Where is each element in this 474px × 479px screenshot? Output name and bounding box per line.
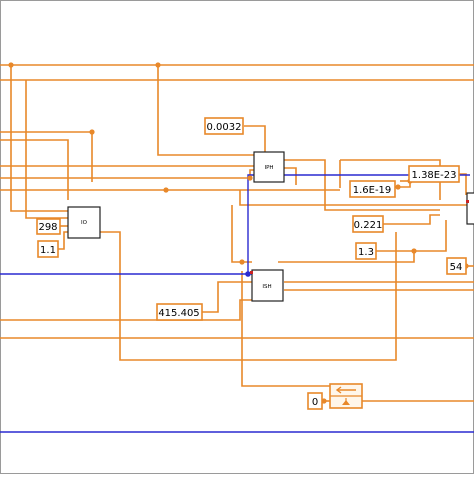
constant-value: 1.3 <box>358 247 374 258</box>
constant-value: 1.38E-23 <box>412 170 457 181</box>
constant-value: 54 <box>450 262 463 273</box>
block-diagram-canvas: 0.0032 1.38E-23 1.6E-19 298 0.221 1.1 1.… <box>0 0 474 474</box>
node-label: IPH <box>264 165 273 171</box>
feedback-node[interactable] <box>329 383 363 409</box>
ish-subvi-node[interactable]: ISH <box>251 269 284 302</box>
io-subvi-node[interactable]: IO <box>67 206 101 239</box>
constant-value: 298 <box>38 222 57 233</box>
signal-junction-dot <box>245 271 251 277</box>
constant-0.0032[interactable]: 0.0032 <box>204 117 244 135</box>
constant-value: 0 <box>312 397 318 408</box>
input-terminal-marker <box>250 271 253 274</box>
constant-0[interactable]: 0 <box>307 392 323 410</box>
constant-1.38e-23[interactable]: 1.38E-23 <box>408 165 460 183</box>
junction-dot <box>411 248 417 254</box>
output-subvi-node[interactable] <box>466 192 474 225</box>
iph-subvi-node[interactable]: IPH <box>253 151 285 183</box>
junction-dot <box>89 129 95 135</box>
constant-value: 1.6E-19 <box>353 185 392 196</box>
node-label: ISH <box>262 284 271 290</box>
constant-54[interactable]: 54 <box>446 257 467 275</box>
junction-dot <box>163 187 169 193</box>
junction-dot <box>395 184 401 190</box>
constant-value: 415.405 <box>158 308 199 319</box>
input-terminal-marker <box>466 200 469 203</box>
node-label: IO <box>81 220 88 226</box>
constant-0.221[interactable]: 0.221 <box>352 215 384 233</box>
constant-1.3[interactable]: 1.3 <box>355 242 377 260</box>
junction-dot <box>8 62 14 68</box>
constant-415.405[interactable]: 415.405 <box>156 303 203 321</box>
constant-value: 1.1 <box>40 245 56 256</box>
constant-1.1[interactable]: 1.1 <box>37 240 59 258</box>
constant-1.6e-19[interactable]: 1.6E-19 <box>349 180 396 198</box>
block-diagram: 0.0032 1.38E-23 1.6E-19 298 0.221 1.1 1.… <box>0 0 474 474</box>
junction-dot <box>239 259 245 265</box>
constant-value: 0.0032 <box>207 122 242 133</box>
constant-value: 0.221 <box>354 220 383 231</box>
junction-dot <box>155 62 161 68</box>
junction-dot <box>247 175 253 181</box>
constant-298[interactable]: 298 <box>36 218 61 235</box>
